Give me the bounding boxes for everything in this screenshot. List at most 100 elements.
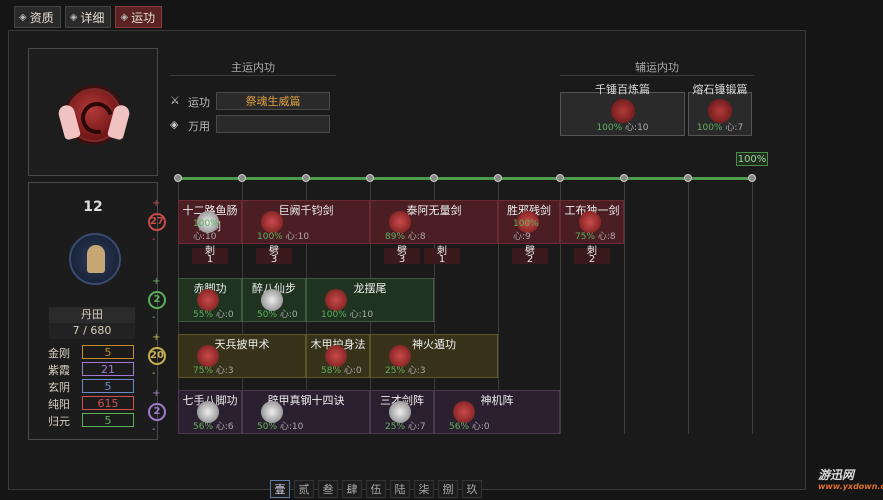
attack-type-tag: 劈3 — [384, 247, 420, 265]
rail-node — [748, 174, 756, 182]
attribute-row: 玄阴 5 — [48, 379, 134, 394]
attribute-value: 5 — [82, 413, 134, 427]
technique-cell[interactable]: 天兵披甲术 75% 心:3 — [178, 334, 306, 378]
page-tab[interactable]: 伍 — [366, 480, 386, 498]
level-value: 12 — [83, 199, 103, 215]
aux-technique-card[interactable]: 千锤百炼篇 100% 心:10 — [560, 83, 685, 136]
aux-card-stat: 100% 心:7 — [696, 123, 744, 133]
diamond-icon: ◈ — [69, 11, 78, 23]
attack-type-tag: 刺1 — [424, 247, 460, 265]
technique-cell[interactable]: 木甲护身法58% 心:0 — [306, 334, 370, 378]
technique-cell[interactable]: 巨阙千钧剑 100% 心:10 — [242, 200, 370, 244]
technique-stat: 89% 心:8 — [385, 232, 426, 242]
rail-node — [430, 174, 438, 182]
attribute-value: 615 — [82, 396, 134, 410]
technique-cell[interactable]: 七手八脚功56% 心:6 — [178, 390, 242, 434]
page-tab[interactable]: 柒 — [414, 480, 434, 498]
technique-cell[interactable]: 辟甲真钢十四诀 50% 心:10 — [242, 390, 370, 434]
attack-type-tag: 劈3 — [256, 247, 292, 265]
technique-cell[interactable]: 十二路鱼肠刺剑100% 心:10 — [178, 200, 242, 244]
technique-cell[interactable]: 醉八仙步50% 心:0 — [242, 278, 306, 322]
technique-stat: 55% 心:0 — [193, 310, 234, 320]
row-minus-icon[interactable]: - — [152, 424, 156, 435]
attack-type-tag: 刺2 — [574, 247, 610, 265]
technique-portrait — [28, 48, 158, 176]
page-tab[interactable]: 肆 — [342, 480, 362, 498]
crossed-swords-icon: ⚔ — [170, 94, 180, 107]
technique-cell[interactable]: 龙摆尾 100% 心:10 — [306, 278, 434, 322]
attribute-name: 玄阴 — [48, 381, 70, 394]
attribute-value: 5 — [82, 345, 134, 359]
row-minus-icon[interactable]: - — [152, 312, 156, 323]
tab-details[interactable]: ◈ 详细 — [64, 6, 112, 28]
rail-node — [556, 174, 564, 182]
attribute-row: 金刚 5 — [48, 345, 134, 360]
page-tab[interactable]: 壹 — [270, 480, 290, 498]
row-plus-icon[interactable]: + — [152, 276, 160, 287]
dantian-value: 7 / 680 — [49, 323, 135, 339]
run-technique-slot[interactable]: 祭魂生威篇 — [216, 92, 330, 110]
attribute-value: 5 — [82, 379, 134, 393]
tab-aptitude[interactable]: ◈ 资质 — [14, 6, 61, 28]
technique-stat: 100% 心:10 — [257, 232, 310, 242]
rail-node — [620, 174, 628, 182]
aux-technique-card[interactable]: 熔石锤锻篇 100% 心:7 — [688, 83, 752, 136]
grid-line — [752, 182, 753, 434]
attribute-row: 归元 5 — [48, 413, 134, 428]
row-plus-icon[interactable]: + — [152, 198, 160, 209]
page-tab[interactable]: 玖 — [462, 480, 482, 498]
rail-node — [174, 174, 182, 182]
aux-progress-badge: 100% — [736, 152, 768, 166]
attribute-name: 纯阳 — [48, 398, 70, 411]
rail-node — [494, 174, 502, 182]
technique-cell[interactable]: 神火遁功 25% 心:3 — [370, 334, 498, 378]
technique-stat: 75% 心:3 — [193, 366, 234, 376]
row-minus-icon[interactable]: - — [152, 368, 156, 379]
technique-stat: 100% 心:10 — [193, 219, 219, 242]
diamond-icon: ◈ — [120, 11, 129, 23]
attribute-row: 紫霞 21 — [48, 362, 134, 377]
page-tab[interactable]: 陆 — [390, 480, 410, 498]
wanyong-slot[interactable] — [216, 115, 330, 133]
technique-stat: 25% 心:3 — [385, 366, 426, 376]
technique-cell[interactable]: 工布独一剑75% 心:8 — [560, 200, 624, 244]
bottom-page-tabs: 壹贰叁肆伍陆柒捌玖 — [270, 480, 482, 498]
game-screen: ◈ 资质 ◈ 详细 ◈ 运功 12 丹田 7 / 680 金刚 5 紫霞 21 玄阴 5 纯阳 61… — [0, 0, 883, 500]
technique-stat: 25% 心:7 — [385, 422, 426, 432]
diamond-icon: ◈ — [19, 11, 27, 23]
rail-node — [684, 174, 692, 182]
wanyong-label: 万用 — [188, 120, 210, 133]
page-tab[interactable]: 叁 — [318, 480, 338, 498]
tab-cultivation[interactable]: ◈ 运功 — [115, 6, 163, 28]
rail-node — [238, 174, 246, 182]
tab-label: 运功 — [131, 10, 156, 25]
character-avatar[interactable] — [69, 233, 121, 285]
row-count-badge: 27 — [148, 213, 166, 231]
page-tab[interactable]: 贰 — [294, 480, 314, 498]
top-tabbar: ◈ 资质 ◈ 详细 ◈ 运功 — [14, 6, 163, 28]
technique-cell[interactable]: 神机阵 56% 心:0 — [434, 390, 560, 434]
aux-section-title: 辅运内功 — [560, 60, 754, 76]
rail-node — [366, 174, 374, 182]
page-tab[interactable]: 捌 — [438, 480, 458, 498]
aux-card-title: 熔石锤锻篇 — [692, 83, 748, 96]
row-plus-icon[interactable]: + — [152, 332, 160, 343]
row-count-badge: 20 — [148, 347, 166, 365]
technique-cell[interactable]: 胜邪残剑100% 心:9 — [498, 200, 560, 244]
technique-stat: 56% 心:0 — [449, 422, 490, 432]
technique-stat: 56% 心:6 — [193, 422, 234, 432]
technique-stat: 50% 心:10 — [257, 422, 304, 432]
diamond-icon: ◈ — [170, 118, 179, 131]
technique-cell[interactable]: 泰阿无量剑 89% 心:8 — [370, 200, 498, 244]
run-label: 运功 — [188, 96, 210, 109]
aux-card-title: 千锤百炼篇 — [595, 83, 650, 96]
technique-stat: 100% 心:9 — [513, 219, 539, 242]
tab-label: 详细 — [80, 10, 105, 25]
technique-cell[interactable]: 三才剑阵25% 心:7 — [370, 390, 434, 434]
technique-cell[interactable]: 赤脚功55% 心:0 — [178, 278, 242, 322]
attack-type-tag: 刺1 — [192, 247, 228, 265]
grid-line — [624, 182, 625, 434]
technique-stat: 100% 心:10 — [321, 310, 374, 320]
row-minus-icon[interactable]: - — [152, 234, 156, 245]
row-plus-icon[interactable]: + — [152, 388, 160, 399]
